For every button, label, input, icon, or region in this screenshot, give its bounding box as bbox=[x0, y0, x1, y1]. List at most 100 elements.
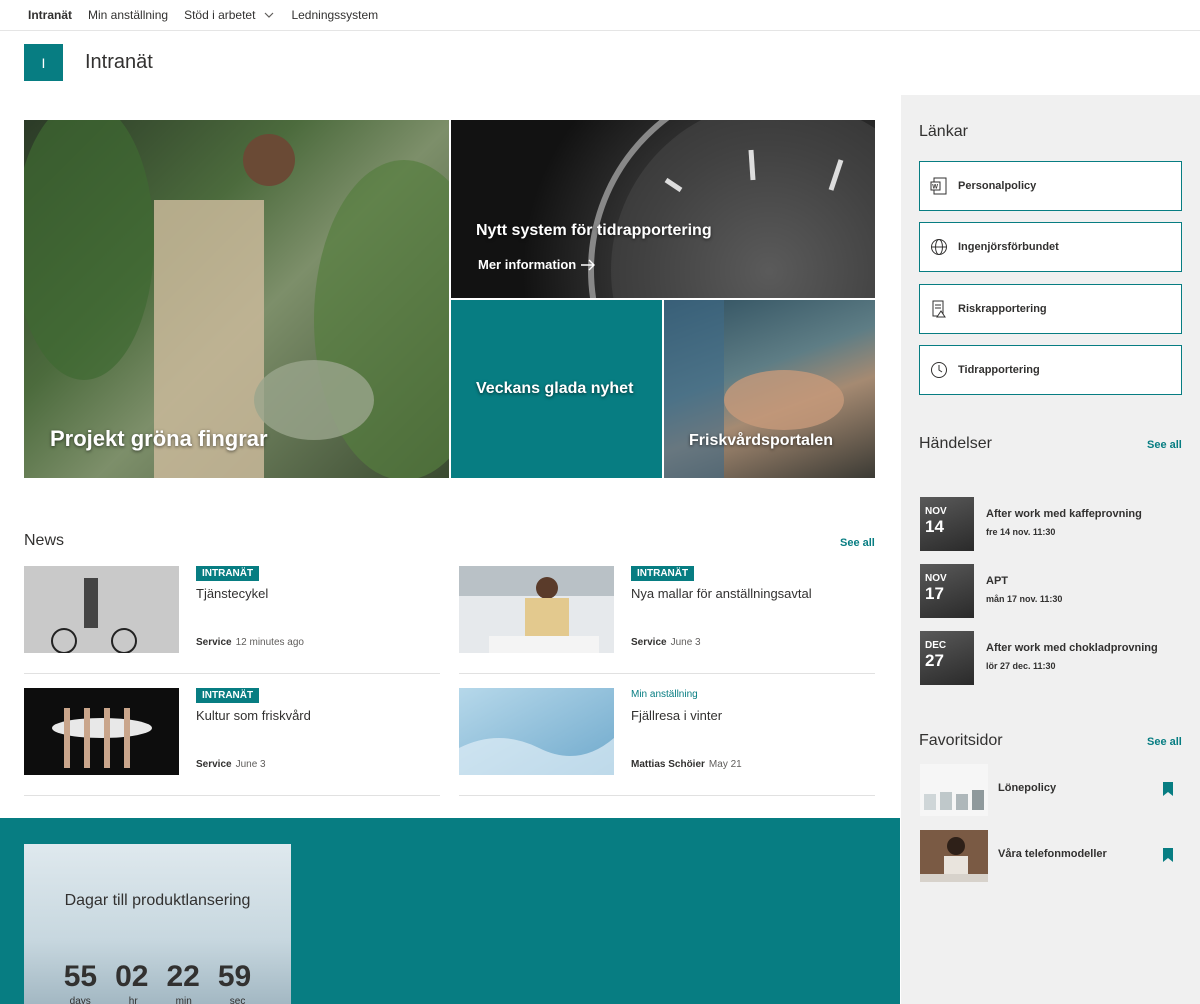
hero-image-gardener bbox=[24, 120, 449, 478]
top-navigation: Intranät Min anställning Stöd i arbetet … bbox=[0, 0, 1200, 31]
news-time: May 21 bbox=[708, 759, 742, 770]
nav-item-min-anstallning[interactable]: Min anställning bbox=[88, 8, 168, 22]
nav-item-ledningssystem[interactable]: Ledningssystem bbox=[291, 8, 378, 22]
news-author: Service bbox=[631, 637, 667, 648]
hero-tile-friskvard[interactable]: Friskvårdsportalen bbox=[664, 300, 875, 478]
news-thumbnail bbox=[24, 566, 179, 653]
news-time: June 3 bbox=[235, 759, 266, 770]
event-month: DEC bbox=[925, 640, 947, 651]
hero-tile-title: Friskvårdsportalen bbox=[689, 432, 834, 449]
news-item[interactable]: INTRANÄT Nya mallar för anställningsavta… bbox=[459, 566, 875, 674]
countdown-unit: days bbox=[69, 996, 91, 1004]
event-date: NOV 17 bbox=[920, 564, 974, 618]
hero-tile-projekt[interactable]: Projekt gröna fingrar bbox=[24, 120, 449, 478]
hero-image-hands bbox=[664, 300, 844, 478]
news-title: Tjänstecykel bbox=[196, 586, 269, 601]
clock-icon bbox=[931, 362, 947, 378]
countdown-unit: hr bbox=[128, 996, 138, 1004]
link-ingenjorsforbundet[interactable]: Ingenjörsförbundet bbox=[919, 222, 1182, 272]
favorite-title: Lönepolicy bbox=[998, 782, 1057, 794]
countdown-seconds: 59 bbox=[217, 960, 252, 993]
news-author: Mattias Schöier bbox=[631, 759, 705, 770]
news-badge: INTRANÄT bbox=[196, 688, 260, 703]
news-meta: Service June 3 bbox=[631, 637, 701, 648]
favorite-thumbnail bbox=[920, 830, 988, 882]
hero-tile-title: Veckans glada nyhet bbox=[476, 380, 634, 397]
event-item[interactable]: DEC 27 After work med chokladprovning lö… bbox=[920, 631, 1182, 685]
hero-tile-title: Projekt gröna fingrar bbox=[50, 426, 268, 451]
news-meta: Service 12 minutes ago bbox=[196, 637, 304, 648]
countdown-unit: min bbox=[175, 996, 192, 1004]
link-tidrapportering[interactable]: Tidrapportering bbox=[919, 345, 1182, 395]
site-title[interactable]: Intranät bbox=[85, 51, 153, 74]
site-header: I Intranät bbox=[24, 44, 153, 81]
event-title: APT bbox=[986, 575, 1008, 587]
news-item[interactable]: Min anställning Fjällresa i vinter Matti… bbox=[459, 688, 875, 796]
bookmark-icon[interactable] bbox=[1163, 848, 1173, 862]
nav-item-label: Stöd i arbetet bbox=[184, 8, 256, 22]
countdown-hours: 02 bbox=[115, 960, 149, 993]
favorite-title: Våra telefonmodeller bbox=[998, 848, 1107, 860]
word-doc-icon: W bbox=[930, 177, 947, 195]
news-badge: INTRANÄT bbox=[631, 566, 695, 581]
countdown-unit: sec bbox=[229, 996, 246, 1004]
news-time: 12 minutes ago bbox=[235, 637, 304, 648]
event-time: lör 27 dec. 11:30 bbox=[986, 661, 1056, 671]
hero-tile-glada-nyhet[interactable]: Veckans glada nyhet bbox=[451, 300, 662, 478]
countdown-values: 55 02 22 59 bbox=[24, 960, 291, 994]
news-see-all-link[interactable]: See all bbox=[840, 537, 875, 549]
events-see-all-link[interactable]: See all bbox=[1147, 439, 1182, 451]
countdown-title: Dagar till produktlansering bbox=[64, 892, 251, 909]
link-label: Tidrapportering bbox=[958, 364, 1040, 376]
event-month: NOV bbox=[925, 506, 947, 517]
news-title: Nya mallar för anställningsavtal bbox=[631, 586, 812, 601]
news-thumbnail bbox=[459, 566, 614, 653]
event-day: 17 bbox=[925, 584, 944, 603]
event-item[interactable]: NOV 17 APT mån 17 nov. 11:30 bbox=[920, 564, 1182, 618]
event-date: NOV 14 bbox=[920, 497, 974, 551]
hero-tile-title: Nytt system för tidrapportering bbox=[476, 222, 712, 239]
favorites-heading: Favoritsidor bbox=[919, 732, 1003, 749]
hero-section: Projekt gröna fingrar Nytt system för ti… bbox=[24, 120, 875, 478]
globe-icon bbox=[931, 239, 947, 255]
links-heading: Länkar bbox=[919, 123, 968, 140]
report-icon bbox=[932, 300, 946, 318]
link-personalpolicy[interactable]: W Personalpolicy bbox=[919, 161, 1182, 211]
event-item[interactable]: NOV 14 After work med kaffeprovning fre … bbox=[920, 497, 1182, 551]
news-heading: News bbox=[24, 532, 65, 549]
right-sidebar: Länkar W Personalpolicy Ingenjörsförbund… bbox=[901, 95, 1200, 1004]
news-title: Fjällresa i vinter bbox=[631, 708, 723, 723]
news-thumbnail bbox=[24, 688, 179, 775]
more-info-link[interactable]: Mer information bbox=[478, 257, 596, 272]
event-day: 14 bbox=[925, 517, 944, 536]
event-time: mån 17 nov. 11:30 bbox=[986, 594, 1063, 604]
nav-item-intranat[interactable]: Intranät bbox=[28, 8, 72, 22]
site-logo[interactable]: I bbox=[24, 44, 63, 81]
news-category: Min anställning bbox=[631, 689, 698, 700]
news-badge: INTRANÄT bbox=[196, 566, 260, 581]
event-day: 27 bbox=[925, 651, 944, 670]
favorite-item[interactable]: Våra telefonmodeller bbox=[920, 830, 1182, 882]
favorites-see-all-link[interactable]: See all bbox=[1147, 736, 1182, 748]
events-heading: Händelser bbox=[919, 435, 992, 452]
bookmark-icon[interactable] bbox=[1163, 782, 1173, 796]
link-riskrapportering[interactable]: Riskrapportering bbox=[919, 284, 1182, 334]
nav-item-stod-i-arbetet[interactable]: Stöd i arbetet bbox=[184, 8, 275, 22]
countdown-units: days hr min sec bbox=[24, 996, 291, 1004]
link-label: Personalpolicy bbox=[958, 180, 1037, 192]
news-item[interactable]: INTRANÄT Kultur som friskvård Service Jun… bbox=[24, 688, 440, 796]
news-item[interactable]: INTRANÄT Tjänstecykel Service 12 minutes … bbox=[24, 566, 440, 674]
event-date: DEC 27 bbox=[920, 631, 974, 685]
event-month: NOV bbox=[925, 573, 947, 584]
countdown-minutes: 22 bbox=[166, 960, 200, 993]
favorite-item[interactable]: Lönepolicy bbox=[920, 764, 1182, 816]
news-meta: Mattias Schöier May 21 bbox=[631, 759, 742, 770]
more-info-label: Mer information bbox=[478, 257, 577, 272]
news-time: June 3 bbox=[670, 637, 701, 648]
chevron-down-icon bbox=[265, 12, 274, 18]
news-title: Kultur som friskvård bbox=[196, 708, 311, 723]
hero-tile-tidrapportering[interactable]: Nytt system för tidrapportering Mer info… bbox=[451, 120, 875, 298]
event-title: After work med chokladprovning bbox=[986, 642, 1158, 654]
countdown-days: 55 bbox=[63, 960, 98, 993]
news-author: Service bbox=[196, 759, 232, 770]
